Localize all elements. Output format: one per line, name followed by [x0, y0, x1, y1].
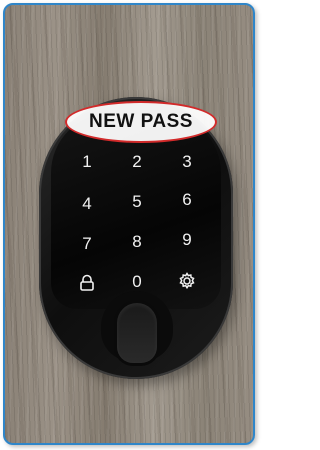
- lock-key[interactable]: [67, 267, 107, 297]
- key-1[interactable]: 1: [67, 147, 107, 177]
- key-4[interactable]: 4: [67, 189, 107, 219]
- new-pass-callout: NEW PASS: [65, 101, 217, 143]
- settings-key[interactable]: [167, 265, 207, 295]
- key-5[interactable]: 5: [117, 187, 157, 217]
- image-frame: 1 2 3 4 5 6 7 8 9 0 NEW PASS: [3, 3, 255, 445]
- key-8[interactable]: 8: [117, 227, 157, 257]
- fingerprint-sensor[interactable]: [117, 303, 157, 363]
- key-6[interactable]: 6: [167, 185, 207, 215]
- gear-icon: [179, 271, 195, 289]
- lock-icon: [80, 274, 94, 291]
- key-2[interactable]: 2: [117, 147, 157, 177]
- key-7[interactable]: 7: [67, 229, 107, 259]
- key-9[interactable]: 9: [167, 225, 207, 255]
- key-3[interactable]: 3: [167, 147, 207, 177]
